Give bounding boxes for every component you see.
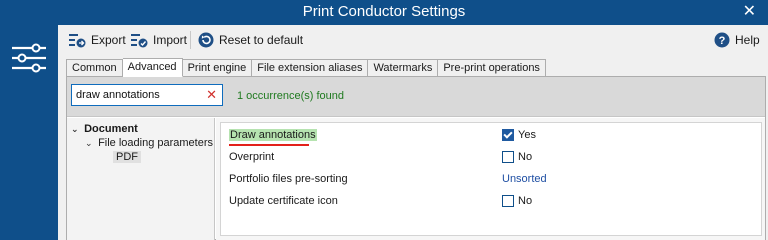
tab-watermarks[interactable]: Watermarks: [368, 59, 439, 77]
help-icon: ?: [714, 32, 730, 48]
search-result-count: 1 occurrence(s) found: [237, 90, 344, 102]
close-icon[interactable]: ✕: [743, 3, 756, 21]
title-bar: Print Conductor Settings ✕: [0, 0, 768, 25]
window-title: Print Conductor Settings: [302, 3, 466, 20]
portfolio-sorting-value[interactable]: Unsorted: [502, 173, 547, 185]
property-label: Draw annotations: [229, 129, 317, 141]
properties-grid: Draw annotations Yes Overprint No Portfo…: [220, 122, 762, 236]
property-row-update-certificate-icon: Update certificate icon No: [221, 191, 761, 213]
update-certificate-icon-checkbox[interactable]: [502, 195, 514, 207]
tree-node-label: File loading parameters: [98, 137, 214, 149]
toolbar-divider: [190, 31, 191, 49]
property-label: Overprint: [229, 151, 275, 163]
search-bar: ✕ 1 occurrence(s) found: [67, 77, 765, 117]
property-row-draw-annotations: Draw annotations Yes: [221, 125, 761, 147]
export-label: Export: [91, 33, 126, 47]
clear-search-icon[interactable]: ✕: [206, 87, 217, 103]
settings-content: Export Import Reset to default ? Help Co…: [58, 25, 768, 240]
property-value: No: [502, 195, 532, 207]
tree-node-label: Document: [84, 123, 138, 135]
import-label: Import: [153, 33, 188, 47]
import-icon: [131, 34, 148, 48]
property-value: No: [502, 151, 532, 163]
search-box: ✕: [71, 84, 223, 106]
checkbox-label: No: [518, 195, 533, 207]
help-button[interactable]: ? Help: [714, 30, 760, 50]
checkbox-label: No: [518, 151, 533, 163]
reset-to-default-button[interactable]: Reset to default: [198, 30, 303, 50]
export-icon: [69, 34, 86, 48]
tab-print-engine[interactable]: Print engine: [182, 59, 253, 77]
property-label: Portfolio files pre-sorting: [229, 173, 348, 185]
search-input[interactable]: [72, 85, 200, 105]
reset-label: Reset to default: [219, 33, 304, 47]
import-button[interactable]: Import: [130, 30, 187, 50]
settings-sliders-icon[interactable]: [12, 43, 46, 73]
draw-annotations-checkbox[interactable]: [502, 129, 514, 141]
export-button[interactable]: Export: [68, 30, 126, 50]
chevron-down-icon[interactable]: ⌄: [71, 124, 81, 135]
overprint-checkbox[interactable]: [502, 151, 514, 163]
tree-node-file-loading-parameters[interactable]: ⌄ File loading parameters: [85, 137, 213, 149]
settings-window: Print Conductor Settings ✕ Export Import…: [0, 0, 768, 240]
chevron-down-icon[interactable]: ⌄: [85, 138, 95, 149]
toolbar: Export Import Reset to default ? Help: [58, 25, 768, 55]
advanced-panel: ✕ 1 occurrence(s) found ⌄ Document ⌄ Fil…: [66, 76, 766, 240]
tab-advanced[interactable]: Advanced: [122, 58, 183, 77]
tab-bar: Common Advanced Print engine File extens…: [66, 58, 546, 77]
property-label: Update certificate icon: [229, 195, 338, 207]
match-underline: [229, 144, 309, 146]
properties-area: Draw annotations Yes Overprint No Portfo…: [216, 118, 765, 240]
property-row-overprint: Overprint No: [221, 147, 761, 169]
reset-icon: [198, 32, 214, 48]
settings-tree: ⌄ Document ⌄ File loading parameters PDF: [67, 118, 215, 240]
help-label: Help: [735, 33, 760, 47]
tab-file-extension-aliases[interactable]: File extension aliases: [252, 59, 369, 77]
tree-node-pdf[interactable]: PDF: [113, 151, 141, 163]
svg-text:?: ?: [719, 35, 726, 47]
property-row-portfolio-sorting: Portfolio files pre-sorting Unsorted: [221, 169, 761, 191]
property-value: Yes: [502, 129, 536, 141]
tab-pre-print-operations[interactable]: Pre-print operations: [438, 59, 546, 77]
left-rail: [0, 25, 58, 240]
checkbox-label: Yes: [518, 129, 536, 141]
tab-common[interactable]: Common: [66, 59, 123, 77]
tree-node-document[interactable]: ⌄ Document: [71, 123, 138, 135]
